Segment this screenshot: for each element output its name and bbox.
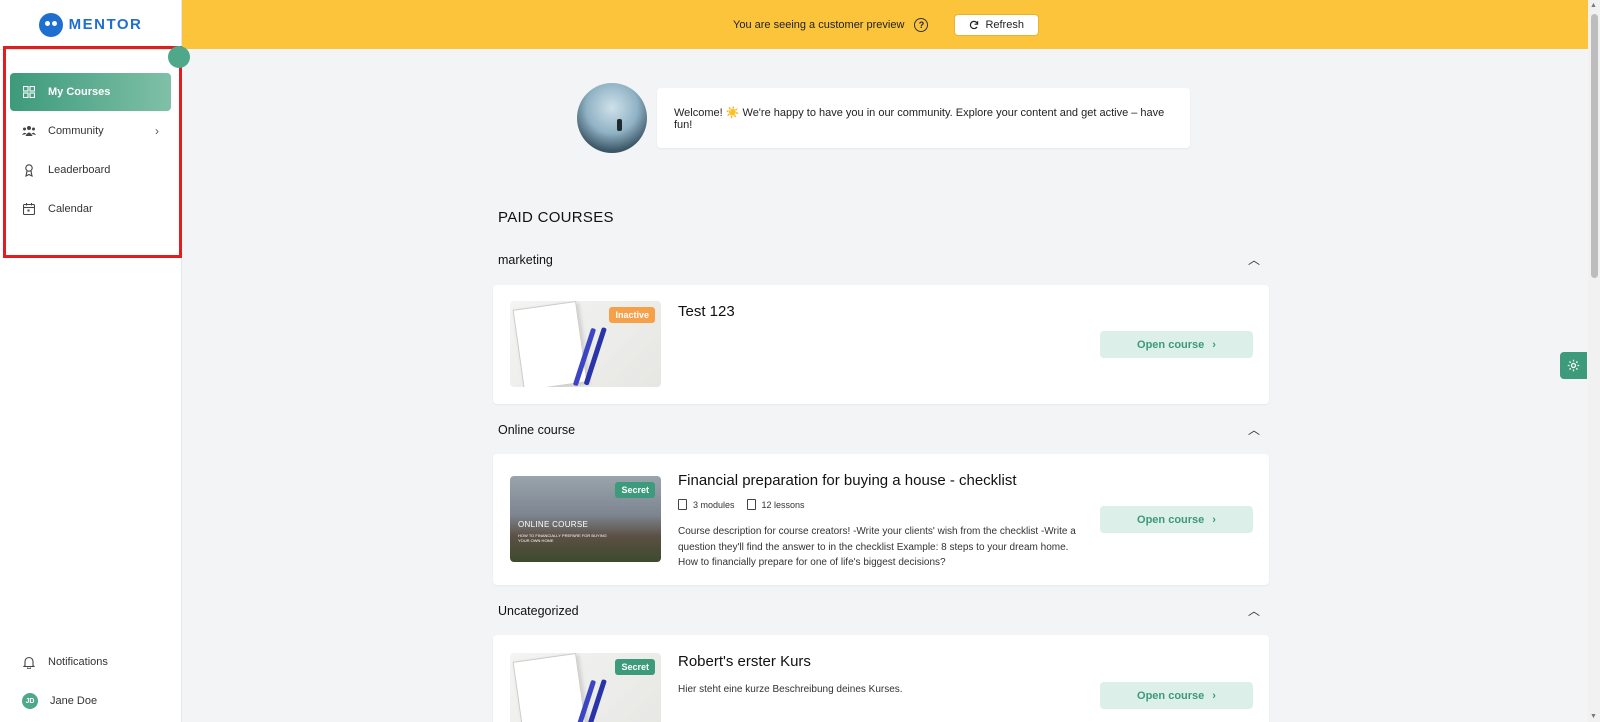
sidebar: MENTOR My Courses Community › Leaderboar… <box>0 0 182 722</box>
course-description: Course description for course creators! … <box>678 526 1076 568</box>
document-icon <box>746 499 756 510</box>
category-header-uncategorized[interactable]: Uncategorized ︿ <box>498 602 1268 619</box>
course-card-financial-preparation[interactable]: ONLINE COURSE HOW TO FINANCIALLY PREPARE… <box>493 454 1269 585</box>
sidebar-item-label: Leaderboard <box>48 164 111 176</box>
avatar: JD <box>22 693 38 709</box>
open-course-button[interactable]: Open course › <box>1100 331 1253 358</box>
book-icon <box>678 499 687 510</box>
course-card-test-123[interactable]: Inactive Test 123 Open course › <box>493 285 1269 404</box>
preview-banner: You are seeing a customer preview ? Refr… <box>182 0 1590 49</box>
open-course-button[interactable]: Open course › <box>1100 506 1253 533</box>
refresh-label: Refresh <box>985 18 1024 31</box>
sidebar-item-label: Community <box>48 125 104 137</box>
page-scrollbar[interactable]: ▲ ▼ <box>1588 0 1600 722</box>
status-badge: Inactive <box>609 307 655 323</box>
brand-logo[interactable]: MENTOR <box>0 0 181 50</box>
sidebar-item-community[interactable]: Community › <box>10 112 171 150</box>
people-icon <box>22 124 36 138</box>
scrollbar-thumb[interactable] <box>1591 14 1598 278</box>
grid-icon <box>22 85 36 99</box>
category-name: Uncategorized <box>498 603 579 618</box>
chevron-right-icon: › <box>1212 689 1216 702</box>
scroll-up-arrow-icon[interactable]: ▲ <box>1590 2 1597 9</box>
status-badge: Secret <box>615 659 655 675</box>
status-badge: Secret <box>615 482 655 498</box>
mentor-logo-icon <box>38 12 63 37</box>
trophy-icon <box>22 163 36 177</box>
chevron-right-icon: › <box>1212 513 1216 526</box>
gear-icon <box>1567 359 1580 372</box>
open-course-label: Open course <box>1137 689 1205 702</box>
bell-icon <box>22 655 36 669</box>
chevron-up-icon[interactable]: ︿ <box>1248 602 1260 619</box>
course-thumbnail: Inactive <box>510 301 661 387</box>
community-avatar-image <box>577 83 647 153</box>
brand-name: MENTOR <box>68 16 143 33</box>
user-name: Jane Doe <box>50 695 98 707</box>
course-thumbnail: Secret <box>510 653 661 722</box>
course-thumbnail: ONLINE COURSE HOW TO FINANCIALLY PREPARE… <box>510 476 661 562</box>
welcome-message: Welcome! ☀️ We're happy to have you in o… <box>674 106 1165 131</box>
sidebar-item-leaderboard[interactable]: Leaderboard <box>10 151 171 189</box>
preview-message: You are seeing a customer preview <box>733 18 905 31</box>
question-circle-icon[interactable]: ? <box>914 17 929 32</box>
sidebar-item-profile[interactable]: JD Jane Doe <box>10 682 171 720</box>
calendar-icon <box>22 202 36 216</box>
sidebar-collapse-toggle[interactable] <box>168 46 190 68</box>
section-title-paid-courses: PAID COURSES <box>498 209 614 226</box>
scroll-down-arrow-icon[interactable]: ▼ <box>1590 713 1597 720</box>
sidebar-item-my-courses[interactable]: My Courses <box>10 73 171 111</box>
sidebar-item-label: My Courses <box>48 86 111 98</box>
lessons-count: 12 lessons <box>746 499 805 510</box>
category-name: Online course <box>498 422 576 437</box>
welcome-card: Welcome! ☀️ We're happy to have you in o… <box>657 88 1190 148</box>
course-title[interactable]: Robert's erster Kurs <box>678 653 811 670</box>
lessons-label: 12 lessons <box>761 499 805 510</box>
course-meta: 3 modules 12 lessons <box>678 499 805 510</box>
chevron-right-icon: › <box>155 124 159 138</box>
category-header-marketing[interactable]: marketing ︿ <box>498 251 1268 268</box>
chevron-right-icon: › <box>1212 338 1216 351</box>
open-course-button[interactable]: Open course › <box>1100 682 1253 709</box>
sidebar-item-notifications[interactable]: Notifications <box>10 643 171 681</box>
course-title[interactable]: Financial preparation for buying a house… <box>678 472 1017 489</box>
sidebar-item-label: Calendar <box>48 203 93 215</box>
modules-label: 3 modules <box>693 499 735 510</box>
settings-button[interactable] <box>1560 352 1587 379</box>
refresh-button[interactable]: Refresh <box>954 13 1039 36</box>
chevron-up-icon[interactable]: ︿ <box>1248 251 1260 268</box>
category-name: marketing <box>498 252 553 267</box>
course-description: Hier steht eine kurze Beschreibung deine… <box>678 684 903 695</box>
course-card-roberts-erster-kurs[interactable]: Secret Robert's erster Kurs Hier steht e… <box>493 635 1269 722</box>
chevron-up-icon[interactable]: ︿ <box>1248 421 1260 438</box>
course-title[interactable]: Test 123 <box>678 303 735 320</box>
sidebar-item-calendar[interactable]: Calendar <box>10 190 171 228</box>
sidebar-nav: My Courses Community › Leaderboard Calen… <box>10 73 171 229</box>
thumbnail-subcaption: HOW TO FINANCIALLY PREPARE FOR BUYING YO… <box>518 533 607 543</box>
refresh-icon <box>970 20 979 29</box>
open-course-label: Open course <box>1137 513 1205 526</box>
modules-count: 3 modules <box>678 499 735 510</box>
thumbnail-caption: ONLINE COURSE <box>518 520 589 529</box>
sidebar-bottom: Notifications JD Jane Doe <box>10 643 171 721</box>
sidebar-item-label: Notifications <box>48 656 108 668</box>
open-course-label: Open course <box>1137 338 1205 351</box>
category-header-online-course[interactable]: Online course ︿ <box>498 421 1268 438</box>
